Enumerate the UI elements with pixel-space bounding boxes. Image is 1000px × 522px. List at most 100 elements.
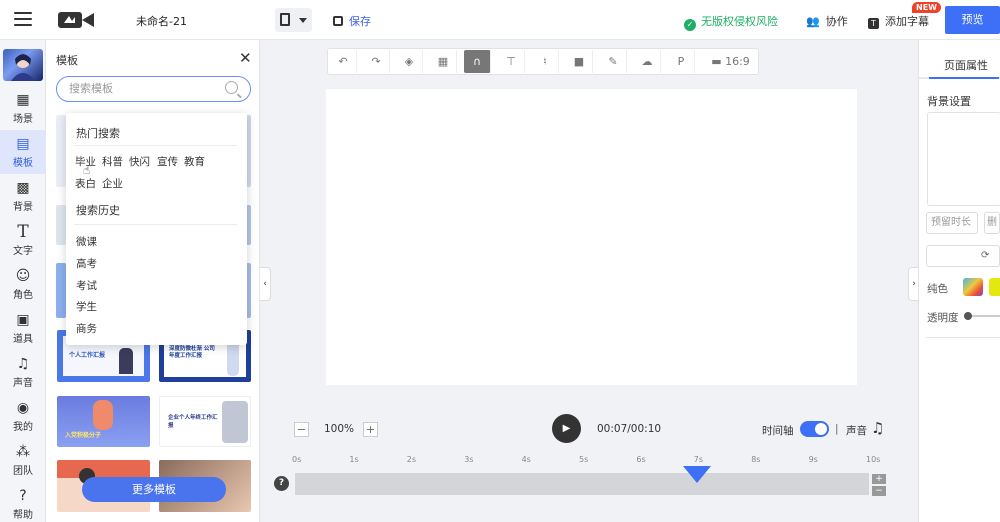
zoom-out-button[interactable]: − <box>294 422 309 437</box>
template-icon: ▤ <box>16 136 30 152</box>
hot-keyword[interactable]: 科普 <box>102 154 123 169</box>
timeline-track[interactable] <box>295 473 869 495</box>
play-icon: ▶ <box>562 423 571 434</box>
delete-button[interactable]: 删 <box>984 212 1000 234</box>
hot-keyword[interactable]: 企业 <box>102 176 123 191</box>
p-icon[interactable]: P <box>668 50 695 73</box>
sidebar-item-sound[interactable]: ♫ 声音 <box>0 350 46 394</box>
sidebar-item-template[interactable]: ▤ 模板 <box>0 130 46 174</box>
opacity-slider[interactable] <box>964 312 1000 320</box>
tab-page-properties[interactable]: 页面属性 <box>944 57 988 73</box>
aspect-ratio-label: 16:9 <box>725 55 750 68</box>
opacity-label: 透明度 <box>927 312 959 324</box>
chevron-down-icon <box>299 18 307 23</box>
pen-icon[interactable]: ✎ <box>600 50 627 73</box>
add-subtitle-label: 添加字幕 <box>885 15 929 28</box>
template-thumb[interactable] <box>56 263 66 318</box>
hot-keyword[interactable]: 表白 <box>75 176 96 191</box>
help-icon[interactable]: ? <box>274 476 289 491</box>
template-thumb[interactable] <box>56 115 66 187</box>
more-templates-button[interactable]: 更多模板 <box>82 477 226 502</box>
replace-background-button[interactable]: ⟳ <box>926 245 1000 267</box>
camera-icon[interactable]: ■ <box>566 50 593 73</box>
save-button[interactable]: 保存 <box>333 13 371 29</box>
sidebar-item-help[interactable]: ? 帮助 <box>0 482 46 522</box>
hot-keyword[interactable]: 宣传 <box>157 154 178 169</box>
color-swatch[interactable] <box>989 278 1000 296</box>
playback-time: 00:07/00:10 <box>597 423 662 435</box>
history-item[interactable]: 学生 <box>76 299 97 314</box>
thumb-text: 入党积极分子 <box>65 432 102 439</box>
prop-icon: ▣ <box>16 312 30 328</box>
preview-button[interactable]: 预览 <box>945 6 1000 34</box>
play-button[interactable]: ▶ <box>552 414 581 443</box>
thumb-text: 企业个人年终工作汇报 <box>168 415 218 429</box>
brush-icon[interactable]: ⊤ <box>498 50 525 73</box>
template-thumb[interactable] <box>56 205 66 245</box>
playhead[interactable] <box>682 466 711 483</box>
track-zoom-out-button[interactable]: − <box>872 486 886 496</box>
aspect-ratio-button[interactable]: ▬ 16:9 <box>702 50 759 73</box>
search-history-title: 搜索历史 <box>76 204 120 217</box>
close-icon[interactable]: ✕ <box>239 49 252 67</box>
history-item[interactable]: 高考 <box>76 256 97 271</box>
file-menu-button[interactable] <box>275 8 312 32</box>
sidebar-item-mine[interactable]: ◉ 我的 <box>0 394 46 438</box>
document-name[interactable]: 未命名-21 <box>136 13 187 29</box>
template-thumb-party[interactable]: 入党积极分子 <box>57 396 150 447</box>
zoom-in-button[interactable]: + <box>363 422 378 437</box>
color-picker-swatch[interactable] <box>963 278 983 296</box>
music-note-icon[interactable]: ♫ <box>871 419 884 437</box>
copyright-label: 无版权侵权风险 <box>701 15 778 28</box>
sidebar-item-team[interactable]: ⁂ 团队 <box>0 438 46 482</box>
team-icon: ⁂ <box>16 444 30 460</box>
thumb-text: 深度防微杜渐 公司年度工作汇报 <box>169 346 215 359</box>
undo-icon[interactable]: ↶ <box>330 50 357 73</box>
timeline-toggle[interactable] <box>800 421 829 437</box>
divider <box>74 145 237 146</box>
sidebar-item-scene[interactable]: ▦ 场景 <box>0 86 46 130</box>
redo-icon[interactable]: ↷ <box>363 50 390 73</box>
divider <box>74 224 237 225</box>
save-icon <box>333 16 343 26</box>
save-label: 保存 <box>349 15 371 28</box>
logo-icon <box>58 12 94 28</box>
copyright-status[interactable]: ✓ 无版权侵权风险 <box>684 13 778 31</box>
search-icon[interactable] <box>225 81 238 94</box>
history-item[interactable]: 商务 <box>76 321 97 336</box>
timeline-tick-label: 2s <box>406 455 417 464</box>
add-subtitle-button[interactable]: T 添加字幕 <box>868 13 929 29</box>
sound-icon: ♫ <box>16 356 30 372</box>
timeline-tick-label: 5s <box>579 455 589 464</box>
cloud-icon[interactable]: ☁ <box>634 50 661 73</box>
sidebar-item-label: 模板 <box>13 158 33 169</box>
hot-keyword[interactable]: 快闪 <box>129 154 150 169</box>
sidebar-item-background[interactable]: ▩ 背景 <box>0 174 46 218</box>
collaborate-label: 协作 <box>825 15 848 28</box>
track-zoom-in-button[interactable]: + <box>872 474 886 484</box>
template-thumb-yearend[interactable]: 企业个人年终工作汇报 <box>159 396 251 447</box>
reserve-duration-button[interactable]: 预留时长 <box>926 212 978 234</box>
magnet-icon[interactable]: ∩ <box>464 50 491 73</box>
hot-keyword[interactable]: 教育 <box>184 154 205 169</box>
stage-canvas[interactable] <box>326 89 857 385</box>
collaborate-button[interactable]: 👥 协作 <box>806 13 848 29</box>
collapse-left-panel-button[interactable]: ‹ <box>260 267 271 301</box>
divider <box>926 337 1000 338</box>
sidebar-item-text[interactable]: T 文字 <box>0 218 46 262</box>
history-item[interactable]: 考试 <box>76 278 97 293</box>
avatar[interactable] <box>3 49 43 81</box>
grid-icon[interactable]: ▦ <box>430 50 457 73</box>
mic-icon[interactable]: ♮ <box>532 50 559 73</box>
text-icon: T <box>17 222 29 242</box>
menu-icon[interactable] <box>14 12 32 27</box>
sidebar-item-prop[interactable]: ▣ 道具 <box>0 306 46 350</box>
chevron-left-icon: ‹ <box>263 279 267 289</box>
history-item[interactable]: 微课 <box>76 234 97 249</box>
sidebar-item-character[interactable]: ☺ 角色 <box>0 262 46 306</box>
sound-label[interactable]: 声音 <box>846 423 867 438</box>
search-input[interactable]: 搜索模板 <box>56 76 251 102</box>
character-icon: ☺ <box>15 268 31 284</box>
text-box-icon: T <box>868 18 879 29</box>
layers-icon[interactable]: ◈ <box>396 50 423 73</box>
